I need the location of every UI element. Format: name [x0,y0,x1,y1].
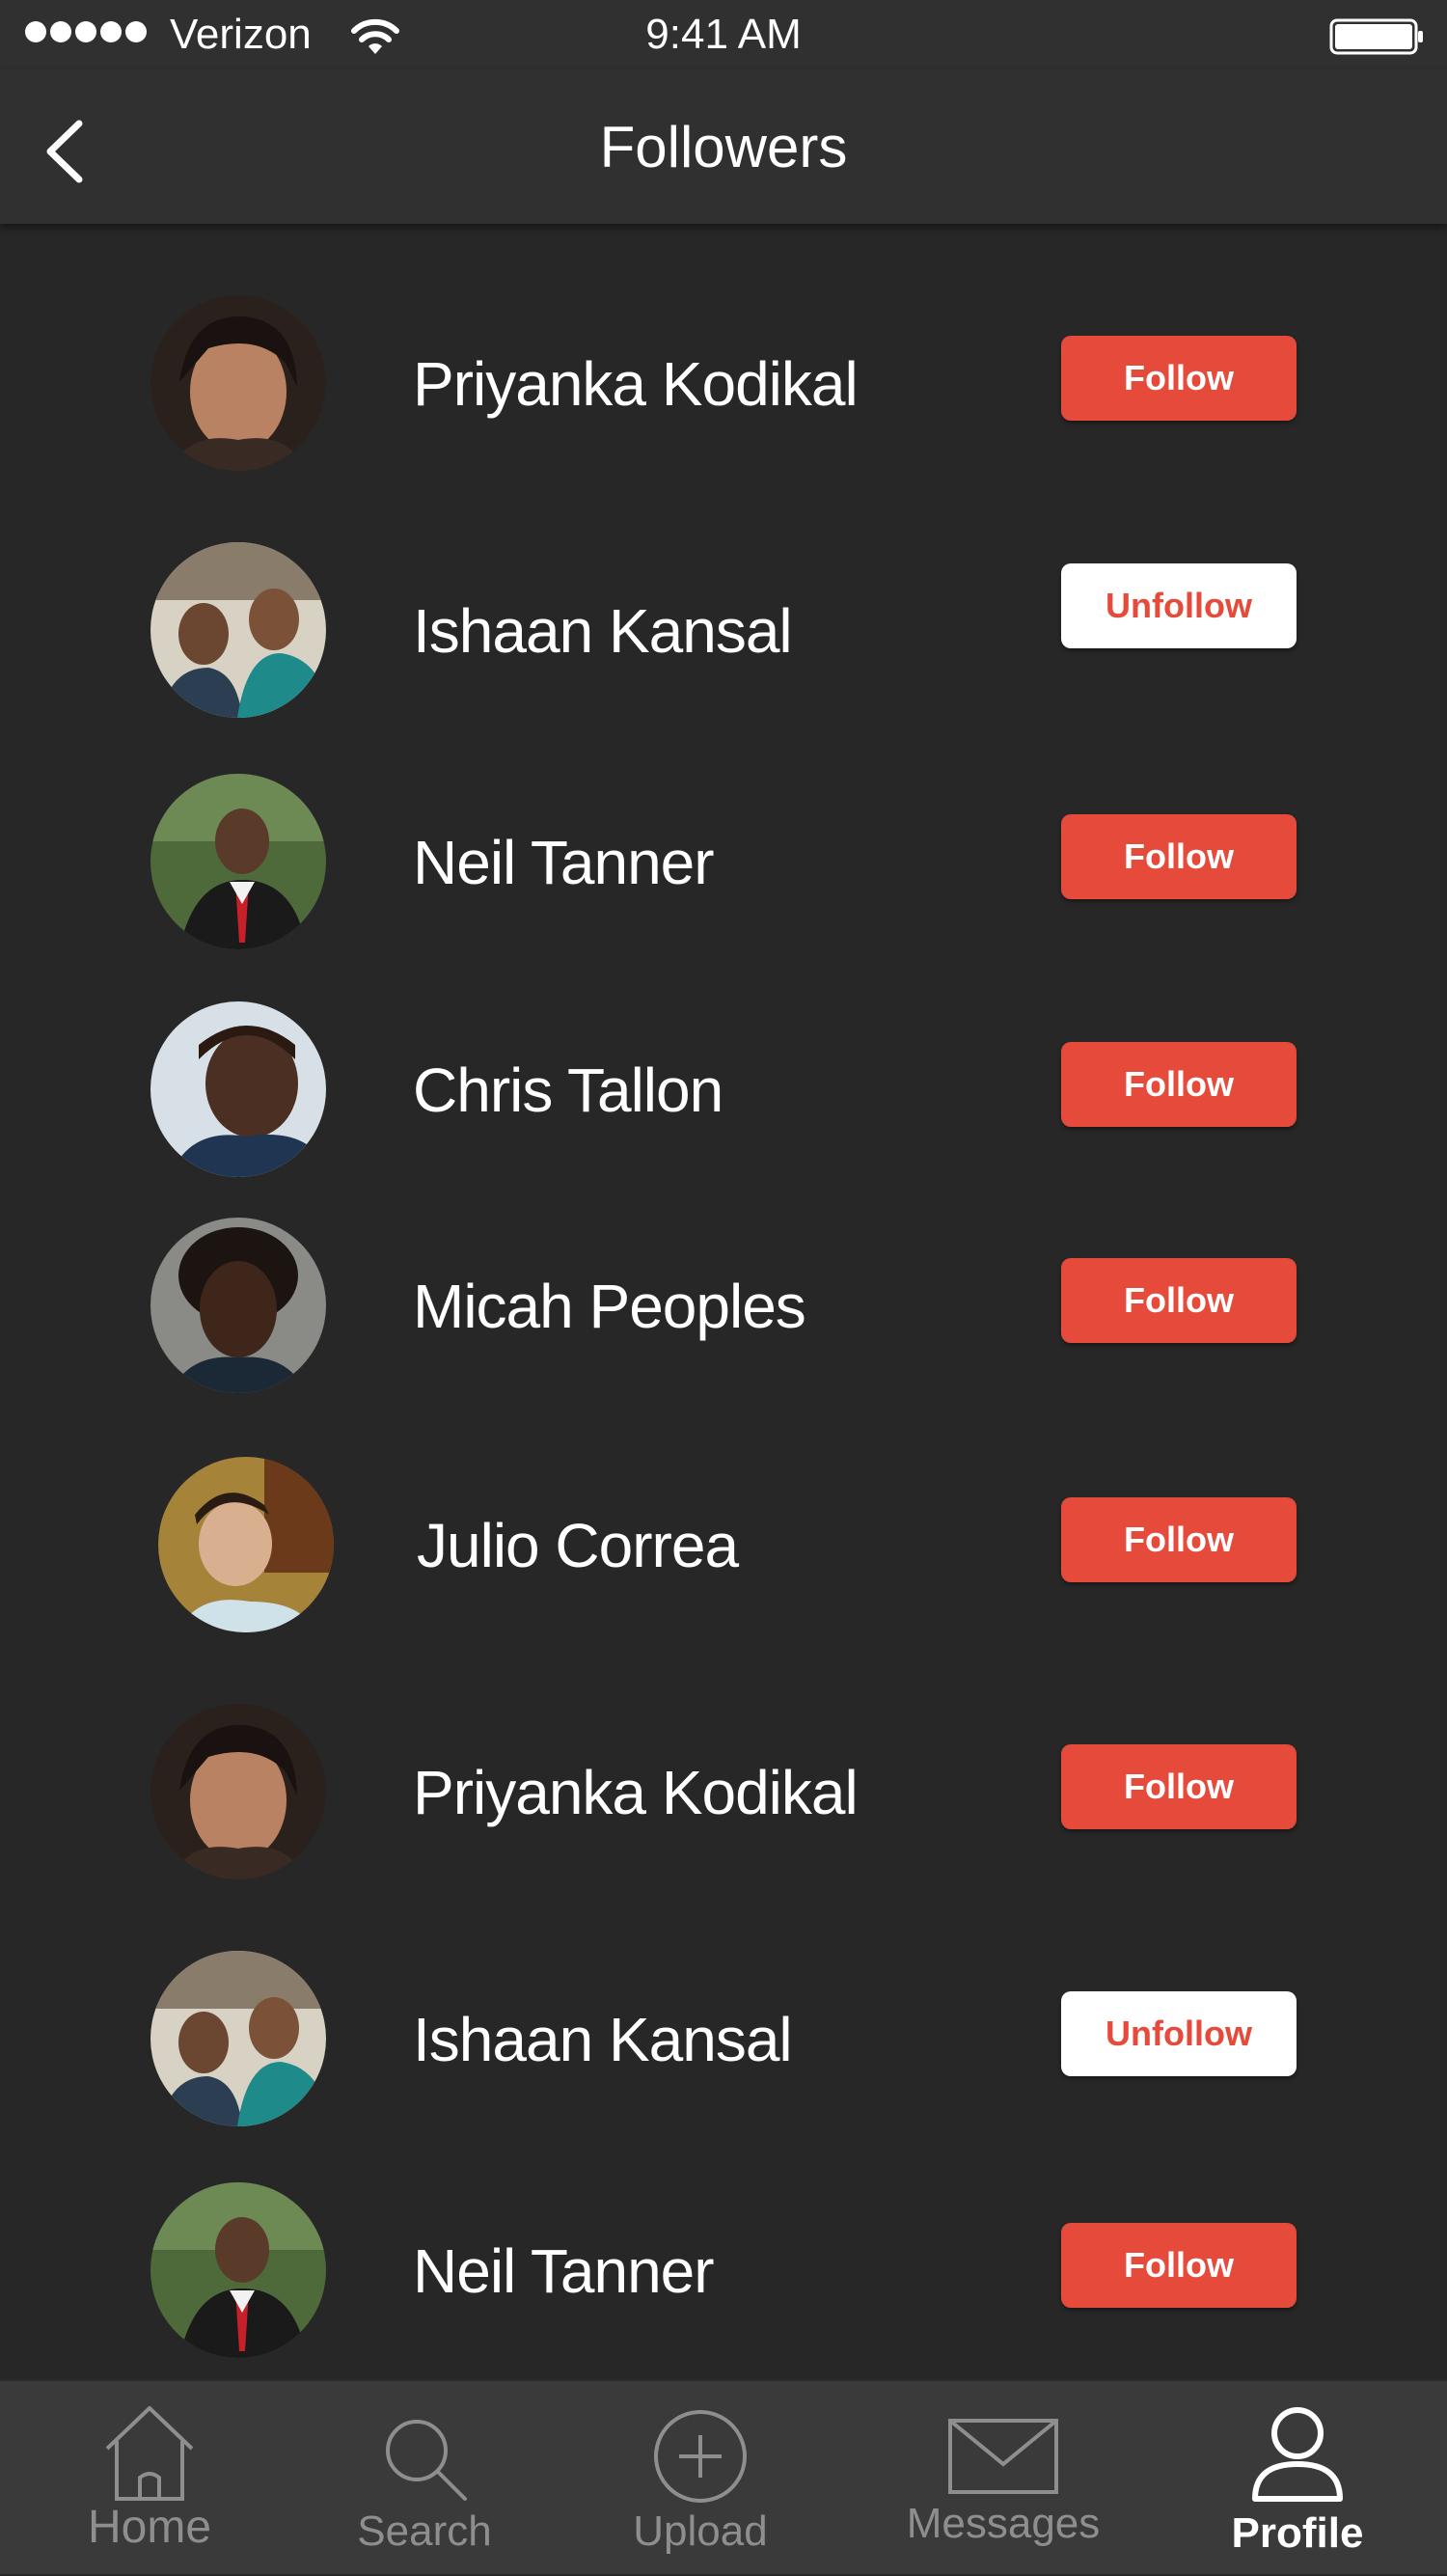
follower-row: Ishaan Kansal Unfollow [0,1941,1447,2134]
navigation-bar: Followers [0,69,1447,224]
follow-button[interactable]: Follow [1061,2223,1297,2308]
follow-button[interactable]: Follow [1061,814,1297,899]
tab-label: Upload [633,2507,768,2555]
tab-label: Messages [906,2500,1101,2547]
followers-list[interactable]: Priyanka Kodikal Follow Ishaan Kansal Un… [0,224,1447,2379]
tab-label: Profile [1231,2509,1364,2557]
follower-name[interactable]: Ishaan Kansal [413,594,793,668]
follower-name[interactable]: Chris Tallon [413,1054,724,1127]
unfollow-button[interactable]: Unfollow [1061,1991,1297,2076]
follower-row: Chris Tallon Follow [0,992,1447,1185]
tab-home[interactable]: Home [58,2381,241,2576]
avatar[interactable] [150,1001,326,1177]
tab-bar: Home Search Upload Messages Profile [0,2379,1447,2574]
avatar[interactable] [150,1218,326,1393]
follower-row: Priyanka Kodikal Follow [0,1694,1447,1887]
avatar[interactable] [150,1704,326,1879]
follower-name[interactable]: Micah Peoples [413,1270,806,1343]
status-bar: Verizon 9:41 AM [0,0,1447,69]
avatar[interactable] [150,2182,326,2358]
tab-label: Home [87,2502,212,2553]
follower-row: Julio Correa Follow [0,1447,1447,1640]
home-icon [105,2406,194,2501]
tab-messages[interactable]: Messages [897,2381,1109,2576]
follower-row: Micah Peoples Follow [0,1208,1447,1401]
avatar[interactable] [150,774,326,949]
tab-upload[interactable]: Upload [614,2381,787,2576]
avatar[interactable] [150,542,326,718]
person-icon [1252,2407,1343,2502]
follower-row: Neil Tanner Follow [0,764,1447,957]
status-time: 9:41 AM [645,11,802,58]
follower-row: Neil Tanner Follow [0,2173,1447,2366]
follow-button[interactable]: Follow [1061,1258,1297,1343]
follower-name[interactable]: Neil Tanner [413,826,715,899]
follower-row: Ishaan Kansal Unfollow [0,533,1447,726]
follower-name[interactable]: Neil Tanner [413,2234,715,2308]
follower-name[interactable]: Ishaan Kansal [413,2003,793,2076]
follower-name[interactable]: Priyanka Kodikal [413,1756,859,1829]
unfollow-button[interactable]: Unfollow [1061,563,1297,648]
tab-label: Search [357,2507,492,2555]
tab-search[interactable]: Search [338,2381,511,2576]
follow-button[interactable]: Follow [1061,1744,1297,1829]
avatar[interactable] [158,1457,334,1632]
follow-button[interactable]: Follow [1061,336,1297,421]
avatar[interactable] [150,1951,326,2126]
envelope-icon [948,2419,1058,2494]
avatar[interactable] [150,295,326,471]
tab-profile[interactable]: Profile [1206,2381,1389,2576]
follow-button[interactable]: Follow [1061,1497,1297,1582]
follow-button[interactable]: Follow [1061,1042,1297,1127]
search-icon [386,2420,467,2501]
page-title: Followers [599,115,848,179]
follower-row: Priyanka Kodikal Follow [0,286,1447,479]
upload-plus-icon [654,2410,747,2503]
follower-name[interactable]: Julio Correa [417,1509,739,1582]
follower-name[interactable]: Priyanka Kodikal [413,347,859,421]
battery-icon [1329,18,1423,55]
